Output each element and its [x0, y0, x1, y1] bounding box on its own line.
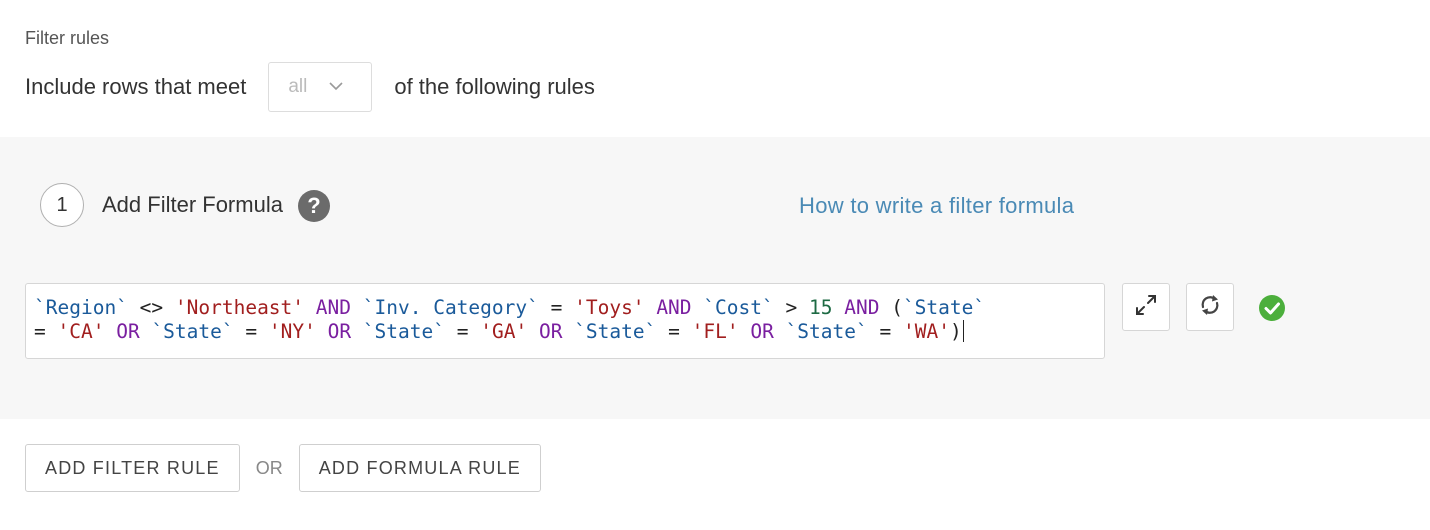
help-icon[interactable]: ? [298, 190, 330, 222]
rule-title: Add Filter Formula [102, 192, 283, 217]
formula-token: ( [879, 296, 903, 319]
formula-token [645, 296, 657, 319]
include-prefix-label: Include rows that meet [25, 73, 247, 99]
text-caret [962, 320, 965, 342]
formula-token: `Region` [34, 296, 128, 319]
formula-token [140, 320, 152, 343]
formula-token: = [656, 320, 692, 343]
match-mode-select[interactable]: all [268, 61, 373, 112]
formula-token: `State` [362, 320, 445, 343]
formula-token: = [538, 296, 575, 319]
formula-token: <> [127, 296, 175, 319]
formula-token: `State` [574, 320, 657, 343]
formula-token: OR [750, 320, 774, 343]
formula-token: = [867, 320, 903, 343]
include-rule-row: Include rows that meet all of the follow… [25, 61, 595, 112]
chevron-down-icon [329, 80, 343, 94]
section-title: Filter rules [25, 28, 110, 48]
include-suffix-label: of the following rules [394, 73, 595, 99]
formula-token: AND [315, 296, 352, 319]
formula-token: = [34, 320, 58, 343]
formula-token: = [445, 320, 481, 343]
how-to-write-formula-link[interactable]: How to write a filter formula [799, 193, 1074, 219]
formula-token [832, 296, 844, 319]
refresh-icon [1197, 292, 1223, 323]
match-mode-value: all [288, 75, 308, 97]
formula-line: `Region` <> 'Northeast' AND `Inv. Catego… [34, 296, 1096, 320]
formula-token: AND [656, 296, 692, 319]
formula-token: `State` [902, 296, 986, 319]
formula-token [692, 296, 704, 319]
formula-token: `State` [151, 320, 234, 343]
formula-token: 'Northeast' [174, 296, 305, 319]
formula-token [562, 320, 574, 343]
formula-token [527, 320, 539, 343]
formula-token [104, 320, 116, 343]
formula-token: 'CA' [57, 320, 105, 343]
formula-token: 'Toys' [574, 296, 645, 319]
add-formula-rule-button[interactable]: ADD FORMULA RULE [298, 444, 541, 492]
add-filter-rule-button[interactable]: ADD FILTER RULE [25, 444, 240, 492]
formula-token: AND [844, 296, 880, 319]
formula-token: `Cost` [703, 296, 774, 319]
formula-token [304, 296, 316, 319]
formula-token: 'FL' [691, 320, 739, 343]
formula-token: = [233, 320, 269, 343]
formula-token: ) [949, 320, 962, 343]
rule-step-number: 1 [40, 183, 84, 227]
formula-token: `Inv. Category` [362, 296, 539, 319]
formula-input[interactable]: `Region` <> 'Northeast' AND `Inv. Catego… [25, 283, 1105, 359]
formula-token: OR [116, 320, 140, 343]
expand-editor-button[interactable] [1122, 283, 1170, 331]
formula-token [739, 320, 751, 343]
formula-token: > [773, 296, 809, 319]
formula-token: OR [327, 320, 352, 343]
formula-line: = 'CA' OR `State` = 'NY' OR `State` = 'G… [34, 320, 1096, 344]
formula-token [316, 320, 328, 343]
filter-rule-panel: 1 Add Filter Formula ? How to write a fi… [0, 137, 1430, 419]
refresh-formula-button[interactable] [1186, 283, 1234, 331]
formula-token: 'GA' [480, 320, 528, 343]
formula-token: 'NY' [268, 320, 316, 343]
formula-token [774, 320, 786, 343]
formula-token: OR [538, 320, 563, 343]
or-separator: OR [255, 457, 283, 478]
check-circle-icon [1258, 294, 1286, 322]
formula-token: `State` [785, 320, 868, 343]
formula-token [351, 296, 363, 319]
formula-token [351, 320, 363, 343]
formula-token: 15 [808, 296, 833, 319]
formula-token: 'WA' [902, 320, 950, 343]
add-rule-actions: ADD FILTER RULE OR ADD FORMULA RULE [25, 444, 541, 492]
expand-icon [1133, 292, 1159, 323]
